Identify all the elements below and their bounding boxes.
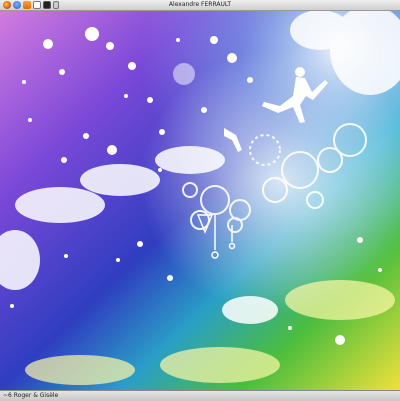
bottom-panel: ~6 Roger & Gisèle xyxy=(0,390,400,401)
desktop-wallpaper xyxy=(0,10,400,390)
top-panel: Alexandre FERRAULT xyxy=(0,0,400,11)
wallpaper-art xyxy=(0,10,400,390)
panel-user-name: Alexandre FERRAULT xyxy=(168,1,232,8)
